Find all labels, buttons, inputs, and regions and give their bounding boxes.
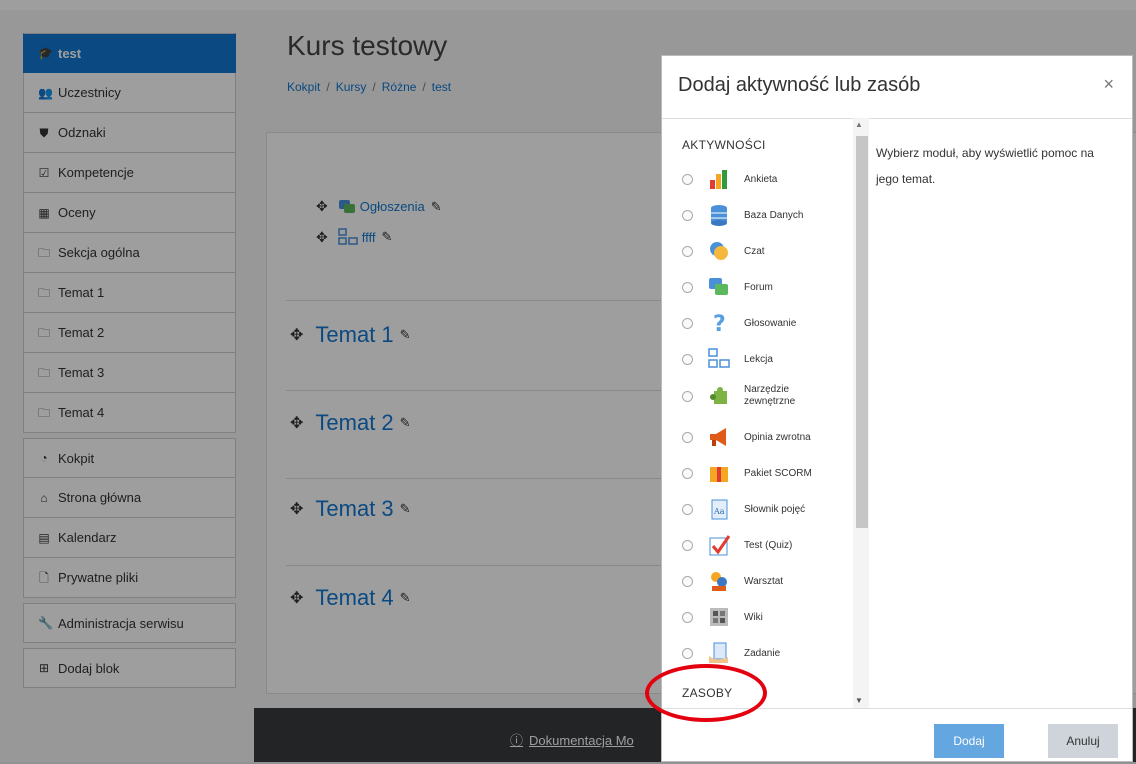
module-label: Czat	[744, 245, 765, 257]
module-label: Opinia zwrotna	[744, 431, 811, 443]
module-label: Lekcja	[744, 353, 773, 365]
package-icon	[708, 462, 730, 484]
module-label: Pakiet SCORM	[744, 467, 812, 479]
module-radio[interactable]	[682, 317, 693, 329]
database-icon	[708, 204, 730, 226]
module-label: Forum	[744, 281, 773, 293]
module-option[interactable]: Forum	[682, 276, 842, 298]
module-option[interactable]: Baza Danych	[682, 204, 842, 226]
module-radio[interactable]	[682, 353, 693, 365]
wiki-icon	[708, 606, 730, 628]
module-label: Baza Danych	[744, 209, 804, 221]
module-option[interactable]: Aa Słownik pojęć	[682, 498, 842, 520]
module-radio[interactable]	[682, 245, 693, 257]
add-button[interactable]: Dodaj	[934, 724, 1004, 758]
modal-title: Dodaj aktywność lub zasób	[678, 74, 921, 96]
glossary-icon: Aa	[708, 498, 730, 520]
module-radio[interactable]	[682, 431, 693, 443]
module-option[interactable]: Wiki	[682, 606, 842, 628]
forum-icon	[708, 276, 730, 298]
module-label: Warsztat	[744, 575, 784, 587]
megaphone-icon	[708, 426, 730, 448]
module-radio[interactable]	[682, 575, 693, 587]
module-option[interactable]: Zadanie	[682, 642, 842, 664]
module-radio[interactable]	[682, 467, 693, 479]
module-label: Ankieta	[744, 173, 778, 185]
module-label: Wiki	[744, 611, 763, 623]
module-label: Głosowanie	[744, 317, 797, 329]
module-list[interactable]: AKTYWNOŚCI Ankieta Baza Danych Czat Foru…	[662, 118, 869, 708]
module-radio[interactable]	[682, 281, 693, 293]
module-option[interactable]: Narzędzie zewnętrzne	[682, 384, 842, 408]
module-radio[interactable]	[682, 647, 693, 659]
module-label: Zadanie	[744, 647, 781, 659]
module-radio[interactable]	[682, 611, 693, 623]
category-label-activities: AKTYWNOŚCI	[682, 138, 766, 152]
activity-chooser-dialog: Dodaj aktywność lub zasób × AKTYWNOŚCI A…	[661, 55, 1133, 762]
module-option[interactable]: Warsztat	[682, 570, 842, 592]
module-label: Test (Quiz)	[744, 539, 793, 551]
lesson-icon	[708, 348, 730, 370]
module-option[interactable]: Opinia zwrotna	[682, 426, 842, 448]
module-option[interactable]: Pakiet SCORM	[682, 462, 842, 484]
scroll-up-arrow-icon[interactable]: ▲	[855, 120, 863, 129]
svg-text:?: ?	[713, 312, 726, 334]
module-help-text: Wybierz moduł, aby wyświetlić pomoc na j…	[876, 146, 1094, 186]
cancel-button[interactable]: Anuluj	[1048, 724, 1118, 758]
assignment-icon	[708, 642, 730, 664]
module-radio[interactable]	[682, 390, 693, 402]
scroll-down-arrow-icon[interactable]: ▼	[855, 696, 863, 705]
module-label: Słownik pojęć	[744, 503, 806, 515]
puzzle-icon	[708, 385, 730, 407]
chat-icon	[708, 240, 730, 262]
module-option[interactable]: Lekcja	[682, 348, 842, 370]
module-option[interactable]: ? Głosowanie	[682, 312, 842, 334]
module-label: Narzędzie zewnętrzne	[744, 384, 796, 407]
quiz-check-icon	[708, 534, 730, 556]
module-radio[interactable]	[682, 503, 693, 515]
module-option[interactable]: Czat	[682, 240, 842, 262]
close-icon[interactable]: ×	[1103, 74, 1114, 95]
module-radio[interactable]	[682, 173, 693, 185]
workshop-icon	[708, 570, 730, 592]
module-option[interactable]: Ankieta	[682, 168, 842, 190]
annotation-highlight-circle	[645, 664, 767, 722]
svg-text:Aa: Aa	[713, 507, 725, 516]
modal-header: Dodaj aktywność lub zasób ×	[662, 56, 1132, 119]
scrollbar-thumb[interactable]	[856, 136, 868, 528]
bar-chart-icon	[708, 168, 730, 190]
module-radio[interactable]	[682, 539, 693, 551]
question-mark-icon: ?	[708, 312, 730, 334]
module-radio[interactable]	[682, 209, 693, 221]
module-option[interactable]: Test (Quiz)	[682, 534, 842, 556]
